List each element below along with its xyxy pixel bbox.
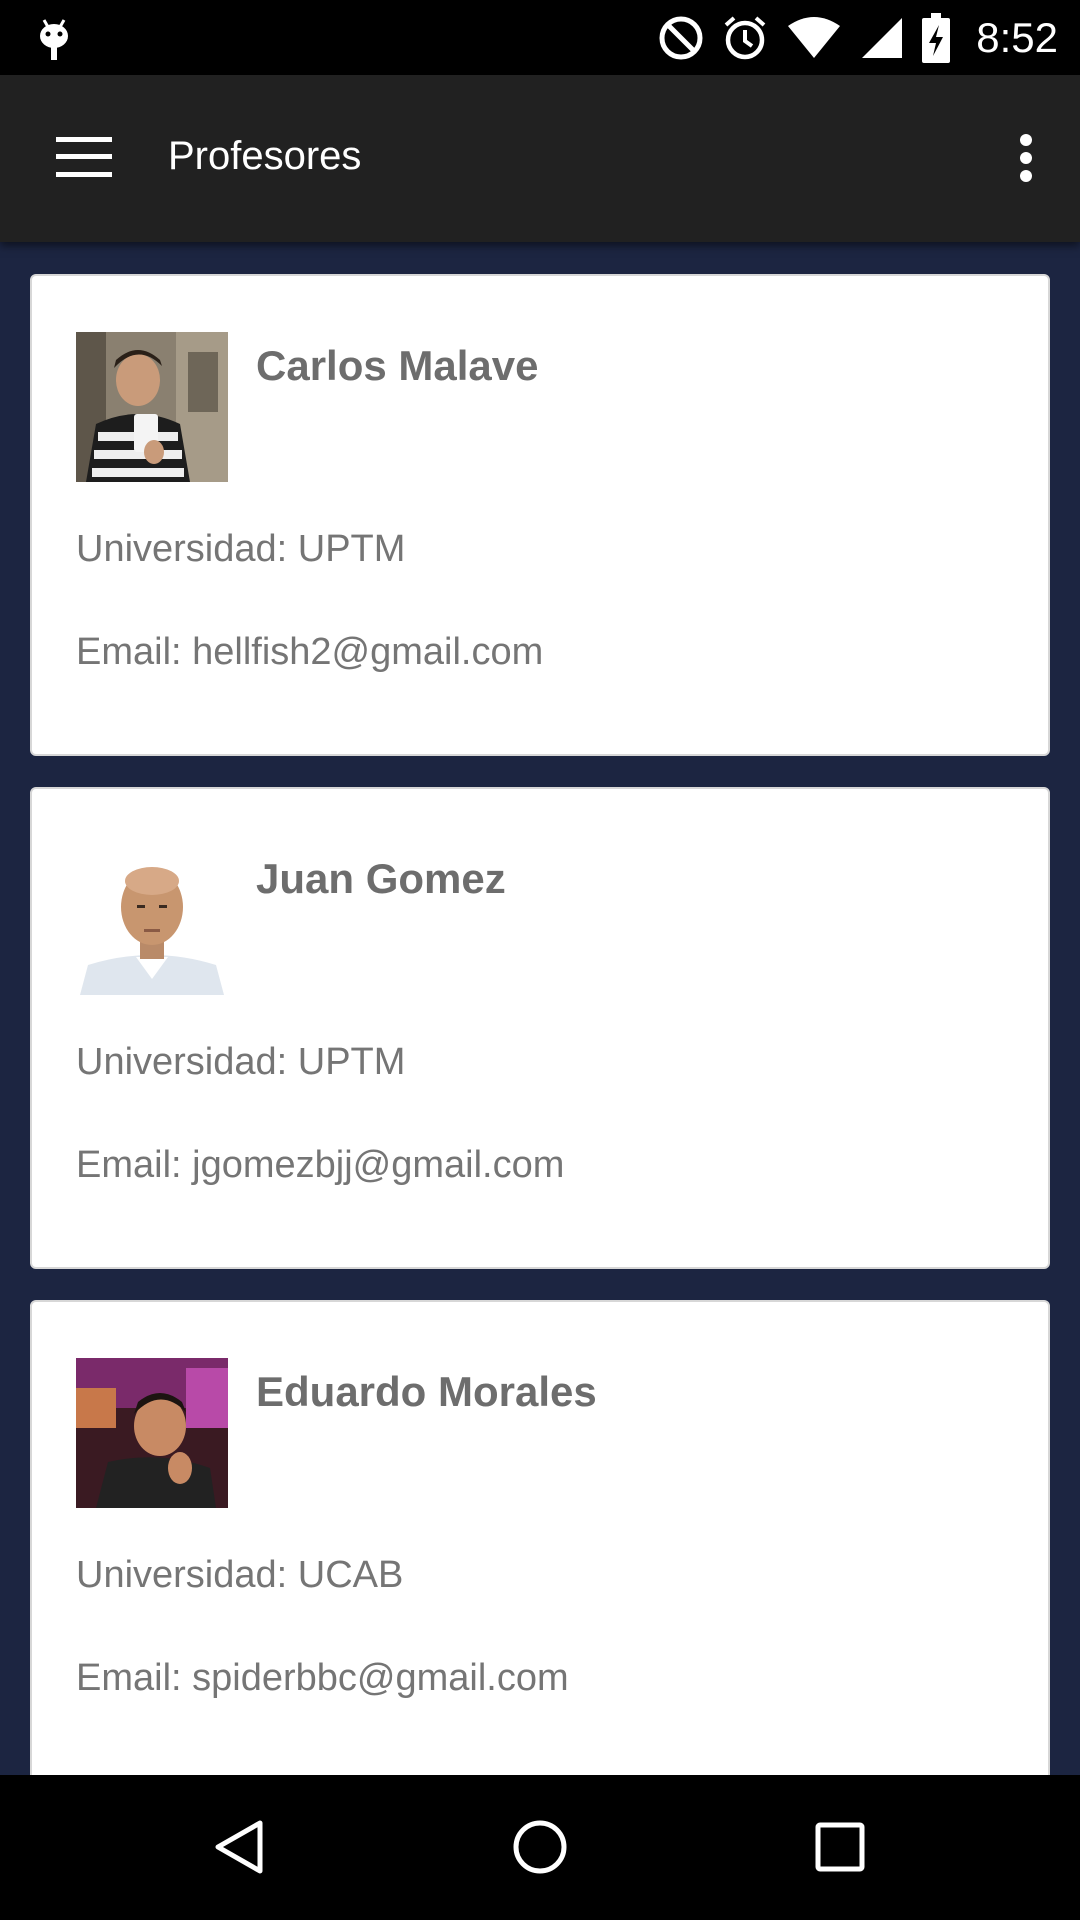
professor-university: Universidad: UPTM xyxy=(76,528,406,570)
professor-card[interactable]: Juan Gomez Universidad: UPTM Email: jgom… xyxy=(30,787,1050,1269)
alarm-icon xyxy=(722,15,768,61)
status-clock: 8:52 xyxy=(976,13,1058,61)
home-icon[interactable] xyxy=(490,1797,590,1897)
recents-icon[interactable] xyxy=(790,1797,890,1897)
hamburger-menu-icon[interactable] xyxy=(44,127,124,187)
navigation-bar xyxy=(0,1775,1080,1920)
wifi-icon xyxy=(786,16,842,60)
professor-list[interactable]: Carlos Malave Universidad: UPTM Email: h… xyxy=(0,242,1080,1775)
professor-card[interactable]: Carlos Malave Universidad: UPTM Email: h… xyxy=(30,274,1050,756)
professor-photo xyxy=(76,1358,228,1508)
back-icon[interactable] xyxy=(190,1797,290,1897)
professor-university: Universidad: UPTM xyxy=(76,1041,406,1083)
professor-email: Email: jgomezbjj@gmail.com xyxy=(76,1144,565,1186)
app-bar: Profesores xyxy=(0,75,1080,242)
professor-name: Eduardo Morales xyxy=(256,1368,597,1415)
professor-name: Carlos Malave xyxy=(256,342,539,389)
screen: 8:52 Profesores Carlos Malave Universida… xyxy=(0,0,1080,1920)
battery-charging-icon xyxy=(922,12,951,63)
do-not-disturb-icon xyxy=(658,15,704,61)
professor-university: Universidad: UCAB xyxy=(76,1554,404,1596)
professor-email: Email: hellfish2@gmail.com xyxy=(76,631,544,673)
more-vert-icon[interactable] xyxy=(996,123,1056,193)
professor-name: Juan Gomez xyxy=(256,855,506,902)
professor-card[interactable]: Eduardo Morales Universidad: UCAB Email:… xyxy=(30,1300,1050,1775)
professor-email: Email: spiderbbc@gmail.com xyxy=(76,1657,569,1699)
status-bar: 8:52 xyxy=(0,0,1080,75)
app-bar-title: Profesores xyxy=(168,134,362,178)
professor-photo xyxy=(76,332,228,482)
android-debug-icon xyxy=(36,14,72,62)
professor-photo xyxy=(76,845,228,995)
cell-signal-icon xyxy=(860,16,904,60)
